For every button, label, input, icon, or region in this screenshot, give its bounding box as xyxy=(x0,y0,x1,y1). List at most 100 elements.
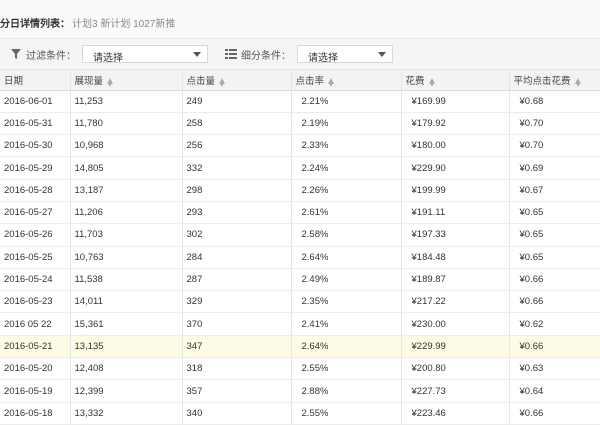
table-row[interactable]: 2016-05-21 13,135 347 2.64% ¥229.99 ¥0.66 xyxy=(0,335,600,359)
cell-clicks: 357 xyxy=(182,379,292,403)
table-row[interactable]: 2016-05-24 11,538 287 2.49% ¥189.87 ¥0.66 xyxy=(0,268,600,292)
cell-avg-cpc: ¥0.69 xyxy=(509,156,600,180)
cell-cost: ¥197.33 xyxy=(401,223,510,247)
grid-list-icon xyxy=(225,48,237,60)
cell-clicks: 332 xyxy=(182,156,292,180)
cell-clicks: 329 xyxy=(182,290,292,314)
cell-date: 2016-05-28 xyxy=(0,179,71,202)
cell-date: 2016-05-30 xyxy=(0,134,71,158)
cell-ctr: 2.55% xyxy=(291,357,402,381)
column-header-cost[interactable]: 花费 xyxy=(401,70,510,91)
cell-ctr: 2.35% xyxy=(291,290,402,314)
cell-cost: ¥184.48 xyxy=(401,246,510,269)
table-row[interactable]: 2016-05-28 13,187 298 2.26% ¥199.99 ¥0.67 xyxy=(0,179,600,202)
cell-ctr: 2.64% xyxy=(291,335,402,359)
cell-avg-cpc: ¥0.65 xyxy=(509,201,600,225)
cell-impressions: 12,399 xyxy=(70,379,183,403)
cell-avg-cpc: ¥0.64 xyxy=(509,379,600,403)
segment-condition-value: 请选择 xyxy=(308,53,338,64)
column-header-label: 花费 xyxy=(405,75,425,87)
cell-cost: ¥189.87 xyxy=(401,268,510,292)
cell-impressions: 10,968 xyxy=(70,134,183,158)
cell-date: 2016-05-18 xyxy=(0,402,71,425)
table-row[interactable]: 2016 05 22 15,361 370 2.41% ¥230.00 ¥0.62 xyxy=(0,312,600,336)
cell-avg-cpc: ¥0.66 xyxy=(509,268,600,292)
column-header-impressions[interactable]: 展现量 xyxy=(70,70,183,91)
cell-clicks: 284 xyxy=(182,246,292,269)
cell-ctr: 2.19% xyxy=(291,112,402,136)
cell-date: 2016-05-29 xyxy=(0,156,71,180)
segment-condition-group: 细分条件： 请选择 xyxy=(225,45,393,64)
cell-avg-cpc: ¥0.70 xyxy=(509,112,600,136)
chevron-down-icon xyxy=(378,52,386,57)
page-title-group: 分日详情列表： 计划3 新计划 1027新推 xyxy=(0,15,175,30)
cell-avg-cpc: ¥0.66 xyxy=(509,335,600,359)
sort-arrow-icon[interactable] xyxy=(328,78,335,87)
table-row[interactable]: 2016-05-29 14,805 332 2.24% ¥229.90 ¥0.69 xyxy=(0,156,600,180)
filter-condition-select[interactable]: 请选择 xyxy=(82,45,208,64)
column-header-label: 点击量 xyxy=(186,75,216,87)
cell-impressions: 14,805 xyxy=(70,156,183,180)
cell-date: 2016-05-20 xyxy=(0,357,71,381)
cell-ctr: 2.24% xyxy=(291,156,402,180)
column-header-date: 日期 xyxy=(0,70,71,91)
funnel-icon xyxy=(10,48,22,60)
cell-impressions: 15,361 xyxy=(70,312,183,336)
cell-ctr: 2.58% xyxy=(291,223,402,247)
sort-arrow-icon[interactable] xyxy=(219,78,226,87)
table-row[interactable]: 2016-06-01 11,253 249 2.21% ¥169.99 ¥0.68 xyxy=(0,90,600,113)
filter-condition-group: 过滤条件： 请选择 xyxy=(10,45,208,64)
table-row[interactable]: 2016-05-23 14,011 329 2.35% ¥217.22 ¥0.66 xyxy=(0,290,600,314)
cell-impressions: 13,187 xyxy=(70,179,183,202)
cell-clicks: 370 xyxy=(182,312,292,336)
table-row[interactable]: 2016-05-27 11,206 293 2.61% ¥191.11 ¥0.65 xyxy=(0,201,600,225)
cell-date: 2016-05-21 xyxy=(0,335,71,359)
cell-ctr: 2.41% xyxy=(291,312,402,336)
cell-avg-cpc: ¥0.67 xyxy=(509,179,600,202)
cell-impressions: 11,206 xyxy=(70,201,183,225)
cell-ctr: 2.64% xyxy=(291,246,402,269)
column-header-label: 日期 xyxy=(4,75,24,87)
table-row[interactable]: 2016-05-25 10,763 284 2.64% ¥184.48 ¥0.65 xyxy=(0,246,600,269)
cell-date: 2016-05-27 xyxy=(0,201,71,225)
cell-clicks: 287 xyxy=(182,268,292,292)
cell-clicks: 293 xyxy=(182,201,292,225)
cell-clicks: 340 xyxy=(182,402,292,425)
cell-ctr: 2.49% xyxy=(291,268,402,292)
segment-condition-label: 细分条件： xyxy=(241,50,291,62)
cell-ctr: 2.26% xyxy=(291,179,402,202)
filter-condition-label: 过滤条件： xyxy=(26,50,76,62)
segment-condition-select[interactable]: 请选择 xyxy=(297,45,393,64)
cell-impressions: 12,408 xyxy=(70,357,183,381)
cell-ctr: 2.55% xyxy=(291,402,402,425)
table-row[interactable]: 2016-05-26 11,703 302 2.58% ¥197.33 ¥0.65 xyxy=(0,223,600,247)
sort-arrow-icon[interactable] xyxy=(574,78,581,87)
cell-date: 2016-05-25 xyxy=(0,246,71,269)
cell-cost: ¥229.90 xyxy=(401,156,510,180)
plan-name: 计划3 新计划 1027新推 xyxy=(72,19,176,30)
sort-arrow-icon[interactable] xyxy=(107,78,114,87)
column-header-ctr[interactable]: 点击率 xyxy=(291,70,402,91)
table-row[interactable]: 2016-05-19 12,399 357 2.88% ¥227.73 ¥0.64 xyxy=(0,379,600,403)
table-row[interactable]: 2016-05-18 13,332 340 2.55% ¥223.46 ¥0.66 xyxy=(0,402,600,425)
daily-detail-table: 日期 展现量 点击量 点击率 花费 平均点击花费 2016-06-01 11,253 249 2… xyxy=(0,70,600,425)
cell-avg-cpc: ¥0.66 xyxy=(509,402,600,425)
page-title: 分日详情列表： xyxy=(0,19,70,30)
cell-impressions: 14,011 xyxy=(70,290,183,314)
cell-impressions: 10,763 xyxy=(70,246,183,269)
table-row[interactable]: 2016-05-20 12,408 318 2.55% ¥200.80 ¥0.63 xyxy=(0,357,600,381)
table-row[interactable]: 2016-05-30 10,968 256 2.33% ¥180.00 ¥0.70 xyxy=(0,134,600,158)
cell-cost: ¥199.99 xyxy=(401,179,510,202)
table-row[interactable]: 2016-05-31 11,780 258 2.19% ¥179.92 ¥0.70 xyxy=(0,112,600,136)
cell-cost: ¥200.80 xyxy=(401,357,510,381)
column-header-clicks[interactable]: 点击量 xyxy=(182,70,292,91)
cell-impressions: 13,135 xyxy=(70,335,183,359)
table-header-row: 日期 展现量 点击量 点击率 花费 平均点击花费 xyxy=(0,70,600,91)
column-header-avg-cpc[interactable]: 平均点击花费 xyxy=(509,70,600,91)
cell-clicks: 258 xyxy=(182,112,292,136)
cell-impressions: 11,538 xyxy=(70,268,183,292)
sort-arrow-icon[interactable] xyxy=(428,78,435,87)
column-header-label: 展现量 xyxy=(74,75,104,87)
cell-cost: ¥179.92 xyxy=(401,112,510,136)
cell-clicks: 347 xyxy=(182,335,292,359)
